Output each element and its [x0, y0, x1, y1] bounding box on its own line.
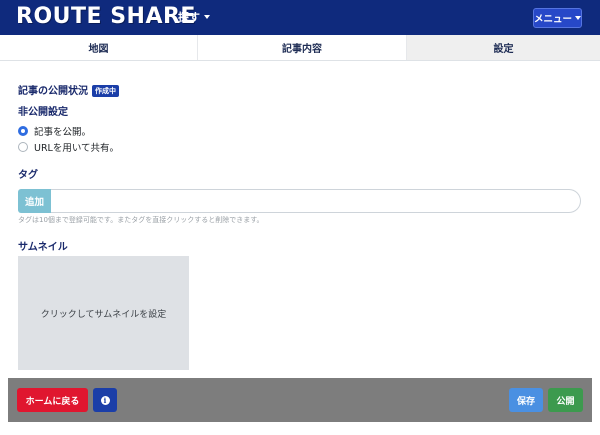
tags-heading: タグ	[18, 170, 38, 181]
add-tag-button[interactable]: 追加	[18, 189, 51, 213]
tab-settings[interactable]: 設定	[406, 35, 600, 60]
tag-input[interactable]	[51, 189, 581, 213]
tags-help-text: タグは10個まで登録可能です。またタグを直接クリックすると削除できます。	[18, 216, 264, 224]
tag-input-group: 追加	[18, 189, 581, 213]
radio-publish-article[interactable]: 記事を公開。	[18, 124, 91, 138]
save-button[interactable]: 保存	[509, 388, 543, 412]
menu-button[interactable]: メニュー	[533, 8, 582, 28]
privacy-heading: 非公開設定	[18, 107, 68, 118]
radio-share-url[interactable]: URLを用いて共有。	[18, 140, 119, 154]
explore-dropdown[interactable]: 探す	[178, 9, 210, 25]
thumbnail-upload-area[interactable]: クリックしてサムネイルを設定	[18, 256, 189, 370]
back-to-home-button[interactable]: ホームに戻る	[17, 388, 88, 412]
tab-article-content[interactable]: 記事内容	[197, 35, 406, 60]
publish-status-heading: 記事の公開状況 作成中	[18, 82, 119, 97]
radio-label: 記事を公開。	[34, 127, 92, 138]
info-button[interactable]: i	[93, 388, 117, 412]
radio-label: URLを用いて共有。	[34, 143, 120, 154]
chevron-down-icon	[575, 16, 581, 20]
thumbnail-heading: サムネイル	[18, 242, 68, 253]
menu-label: メニュー	[534, 14, 573, 25]
status-badge: 作成中	[92, 85, 119, 97]
bottom-action-bar: ホームに戻る i 保存 公開	[8, 378, 592, 422]
thumbnail-placeholder-text: クリックしてサムネイルを設定	[40, 309, 167, 320]
radio-checked-icon[interactable]	[18, 126, 28, 136]
chevron-down-icon	[204, 15, 210, 19]
info-icon: i	[100, 395, 110, 405]
tab-map[interactable]: 地図	[0, 35, 197, 60]
explore-label: 探す	[178, 11, 200, 24]
publish-button[interactable]: 公開	[548, 388, 583, 412]
site-logo[interactable]: ROUTE SHARE	[16, 3, 196, 31]
radio-unchecked-icon[interactable]	[18, 142, 28, 152]
app-header: ROUTE SHARE 探す メニュー	[0, 0, 600, 35]
publish-status-title: 記事の公開状況	[18, 86, 88, 97]
tab-bar: 地図 記事内容 設定	[0, 35, 600, 61]
